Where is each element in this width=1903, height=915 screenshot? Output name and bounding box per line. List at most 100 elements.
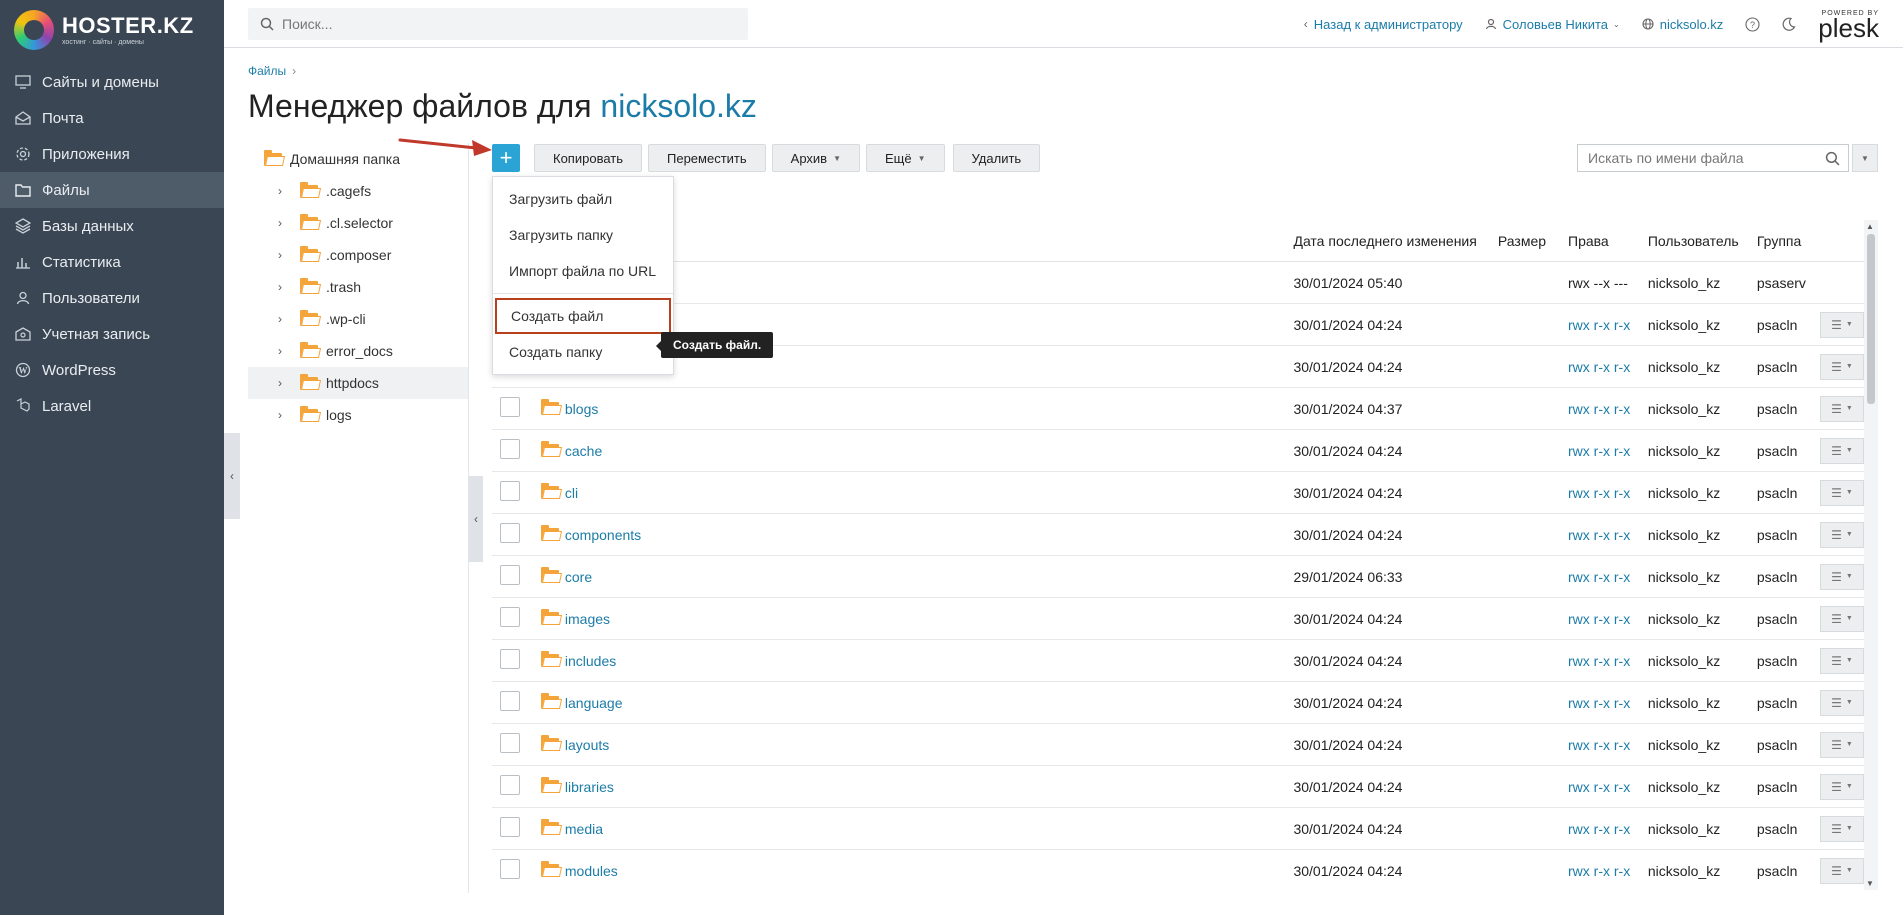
search-icon[interactable] [1825, 151, 1840, 166]
tree-item[interactable]: › httpdocs [248, 367, 468, 399]
scroll-thumb[interactable] [1867, 234, 1875, 404]
tree-item[interactable]: › logs [248, 399, 468, 431]
row-checkbox[interactable] [500, 481, 520, 501]
table-row[interactable]: libraries 30/01/2024 04:24 rwx r-x r-x nick… [492, 766, 1864, 808]
row-actions-button[interactable]: ☰ ▼ [1819, 395, 1864, 422]
table-row[interactable]: cli 30/01/2024 04:24 rwx r-x r-x nicksolo_k… [492, 472, 1864, 514]
row-actions-button[interactable]: ☰ ▼ [1819, 731, 1864, 758]
move-button[interactable]: Переместить [648, 144, 766, 172]
chevron-right-icon[interactable]: › [278, 376, 292, 390]
row-actions-button[interactable]: ☰ ▼ [1819, 773, 1864, 800]
scroll-up-icon[interactable]: ▲ [1866, 222, 1874, 231]
table-row[interactable]: blogs 30/01/2024 04:37 rwx r-x r-x nicksolo… [492, 388, 1864, 430]
tree-collapse-button[interactable]: ‹ [469, 476, 483, 562]
table-row[interactable]: layouts 30/01/2024 04:24 rwx r-x r-x nickso… [492, 724, 1864, 766]
menu-create-file[interactable]: Создать файл [495, 298, 671, 334]
delete-button[interactable]: Удалить [952, 144, 1041, 172]
chevron-right-icon[interactable]: › [278, 312, 292, 326]
file-name[interactable]: modules [565, 863, 618, 879]
file-permissions[interactable]: rwx r-x r-x [1568, 527, 1648, 543]
row-actions-button[interactable]: ☰ ▼ [1819, 605, 1864, 632]
file-name[interactable]: components [565, 527, 641, 543]
table-row[interactable]: media 30/01/2024 04:24 rwx r-x r-x nicksolo… [492, 808, 1864, 850]
brand-logo[interactable]: HOSTER.KZ хостинг · сайты · домены [14, 10, 194, 50]
file-permissions[interactable]: rwx r-x r-x [1568, 737, 1648, 753]
row-actions-button[interactable]: ☰ ▼ [1819, 857, 1864, 884]
breadcrumb-files[interactable]: Файлы [248, 64, 286, 78]
file-search-input[interactable] [1586, 149, 1825, 167]
file-name[interactable]: libraries [565, 779, 614, 795]
row-actions-button[interactable]: ☰ ▼ [1819, 479, 1864, 506]
file-name[interactable]: layouts [565, 737, 609, 753]
table-row[interactable]: components 30/01/2024 04:24 rwx r-x r-x nic… [492, 514, 1864, 556]
file-permissions[interactable]: rwx r-x r-x [1568, 653, 1648, 669]
sidebar-collapse-button[interactable]: ‹ [224, 433, 240, 519]
row-checkbox[interactable] [500, 607, 520, 627]
table-row[interactable]: images 30/01/2024 04:24 rwx r-x r-x nicksol… [492, 598, 1864, 640]
row-checkbox[interactable] [500, 775, 520, 795]
add-button[interactable]: + [492, 144, 520, 172]
archive-button[interactable]: Архив ▼ [771, 144, 861, 172]
chevron-right-icon[interactable]: › [278, 184, 292, 198]
row-checkbox[interactable] [500, 817, 520, 837]
file-permissions[interactable]: rwx r-x r-x [1568, 863, 1648, 879]
sidebar-item-6[interactable]: Пользователи [0, 280, 224, 316]
sidebar-item-8[interactable]: W WordPress [0, 352, 224, 388]
menu-create-folder[interactable]: Создать папку [493, 334, 673, 370]
sidebar-item-3[interactable]: Файлы [0, 172, 224, 208]
row-checkbox[interactable] [500, 859, 520, 879]
table-row[interactable]: modules 30/01/2024 04:24 rwx r-x r-x nickso… [492, 850, 1864, 890]
file-name[interactable]: media [565, 821, 603, 837]
file-permissions[interactable]: rwx r-x r-x [1568, 821, 1648, 837]
tree-item[interactable]: › .cagefs [248, 175, 468, 207]
menu-import-url[interactable]: Импорт файла по URL [493, 253, 673, 289]
help-button[interactable]: ? [1745, 16, 1760, 32]
sidebar-item-2[interactable]: Приложения [0, 136, 224, 172]
user-menu[interactable]: Соловьев Никита ⌄ [1485, 17, 1620, 32]
file-name[interactable]: images [565, 611, 610, 627]
file-permissions[interactable]: rwx r-x r-x [1568, 779, 1648, 795]
row-actions-button[interactable]: ☰ ▼ [1819, 521, 1864, 548]
tree-item[interactable]: › .wp-cli [248, 303, 468, 335]
file-name[interactable]: language [565, 695, 623, 711]
file-permissions[interactable]: rwx r-x r-x [1568, 401, 1648, 417]
table-row[interactable]: language 30/01/2024 04:24 rwx r-x r-x nicks… [492, 682, 1864, 724]
row-checkbox[interactable] [500, 397, 520, 417]
tree-item[interactable]: › .composer [248, 239, 468, 271]
sidebar-item-7[interactable]: Учетная запись [0, 316, 224, 352]
back-to-admin-link[interactable]: ‹ Назад к администратору [1304, 17, 1463, 32]
scroll-down-icon[interactable]: ▼ [1866, 879, 1874, 888]
search-options-toggle[interactable]: ▼ [1852, 144, 1878, 172]
more-button[interactable]: Ещё ▼ [866, 144, 945, 172]
copy-button[interactable]: Копировать [534, 144, 642, 172]
column-perm[interactable]: Права [1568, 233, 1648, 249]
table-row[interactable]: core 29/01/2024 06:33 rwx r-x r-x nicksolo_… [492, 556, 1864, 598]
file-permissions[interactable]: rwx r-x r-x [1568, 485, 1648, 501]
file-name[interactable]: cache [565, 443, 602, 459]
row-checkbox[interactable] [500, 733, 520, 753]
sidebar-item-4[interactable]: Базы данных [0, 208, 224, 244]
global-search[interactable] [248, 8, 748, 40]
row-checkbox[interactable] [500, 649, 520, 669]
tree-item[interactable]: › error_docs [248, 335, 468, 367]
theme-toggle-button[interactable] [1782, 17, 1796, 31]
column-size[interactable]: Размер [1498, 233, 1568, 249]
chevron-right-icon[interactable]: › [278, 344, 292, 358]
sidebar-item-9[interactable]: Laravel [0, 388, 224, 424]
sidebar-item-1[interactable]: Почта [0, 100, 224, 136]
row-checkbox[interactable] [500, 691, 520, 711]
file-permissions[interactable]: rwx r-x r-x [1568, 569, 1648, 585]
tree-item[interactable]: › .cl.selector [248, 207, 468, 239]
row-actions-button[interactable]: ☰ ▼ [1819, 353, 1864, 380]
row-checkbox[interactable] [500, 523, 520, 543]
table-row[interactable]: cache 30/01/2024 04:24 rwx r-x r-x nicksolo… [492, 430, 1864, 472]
table-row[interactable]: 30/01/2024 05:40 rwx --x --- nicksolo_kz ps… [492, 262, 1864, 304]
file-name[interactable]: cli [565, 485, 578, 501]
file-name[interactable]: core [565, 569, 592, 585]
file-search[interactable] [1577, 144, 1849, 172]
tree-item[interactable]: › .trash [248, 271, 468, 303]
sidebar-item-5[interactable]: Статистика [0, 244, 224, 280]
row-actions-button[interactable]: ☰ ▼ [1819, 647, 1864, 674]
table-scrollbar[interactable]: ▲ ▼ [1864, 220, 1878, 890]
row-actions-button[interactable]: ☰ ▼ [1819, 437, 1864, 464]
